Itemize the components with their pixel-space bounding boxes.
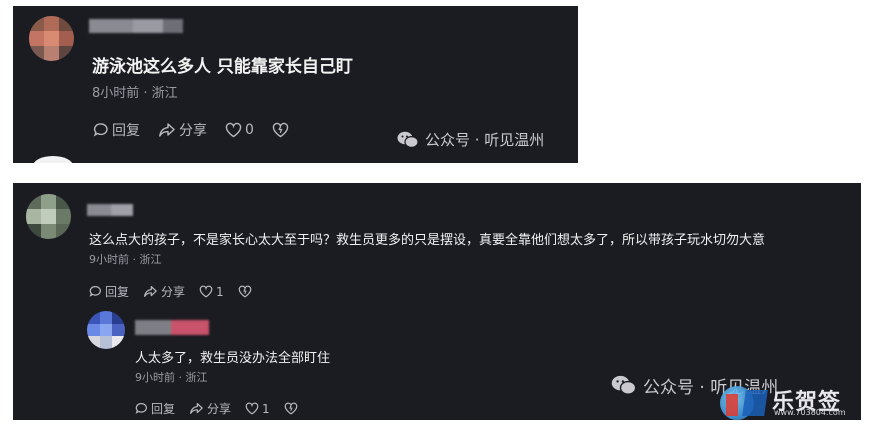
reply-button[interactable]: 回复 bbox=[135, 400, 175, 417]
like-button[interactable]: 1 bbox=[199, 285, 224, 299]
heart-icon bbox=[199, 285, 213, 298]
share-label: 分享 bbox=[207, 402, 232, 416]
reply-username-blurred[interactable] bbox=[135, 320, 209, 335]
comment-text: 游泳池这么多人 只能靠家长自己盯 bbox=[92, 57, 353, 77]
comment-actions: 回复 分享 0 bbox=[93, 120, 292, 140]
dislike-button[interactable] bbox=[238, 285, 255, 298]
reply-avatar[interactable] bbox=[87, 311, 125, 349]
logo-blue-mark bbox=[742, 390, 768, 416]
like-button[interactable]: 0 bbox=[225, 122, 254, 138]
dislike-heart-icon bbox=[238, 285, 251, 298]
username-blurred[interactable] bbox=[89, 19, 183, 33]
dislike-button[interactable] bbox=[284, 402, 301, 415]
reply-label: 回复 bbox=[112, 123, 140, 139]
share-icon bbox=[144, 286, 157, 297]
share-label: 分享 bbox=[161, 285, 186, 299]
comment-text: 这么点大的孩子，不是家长心太大至于吗？救生员更多的只是摆设，真要全靠他们想太多了… bbox=[89, 233, 766, 248]
reply-button[interactable]: 回复 bbox=[89, 283, 129, 300]
avatar[interactable] bbox=[29, 16, 74, 61]
share-label: 分享 bbox=[179, 123, 207, 139]
avatar[interactable] bbox=[26, 194, 71, 239]
reply-meta: 9小时前 · 浙江 bbox=[135, 371, 208, 384]
reply-label: 回复 bbox=[105, 285, 130, 299]
share-button[interactable]: 分享 bbox=[143, 283, 185, 300]
site-logo: 乐贺签 www.703804.com bbox=[716, 384, 864, 420]
next-avatar-partial bbox=[33, 156, 73, 163]
wechat-icon bbox=[397, 131, 419, 148]
username-blurred[interactable] bbox=[87, 204, 133, 216]
share-button[interactable]: 分享 bbox=[158, 120, 207, 140]
reply-actions: 回复 分享 1 bbox=[135, 400, 301, 417]
dislike-heart-icon bbox=[284, 402, 297, 415]
logo-red-mark bbox=[726, 394, 738, 416]
dislike-heart-icon bbox=[272, 122, 289, 138]
like-button[interactable]: 1 bbox=[245, 402, 270, 416]
watermark: 公众号 · 听见温州 bbox=[397, 129, 544, 150]
logo-url: www.703804.com bbox=[774, 408, 846, 417]
share-icon bbox=[159, 123, 175, 137]
comment-meta: 8小时前 · 浙江 bbox=[92, 86, 178, 101]
reply-button[interactable]: 回复 bbox=[93, 120, 140, 140]
share-button[interactable]: 分享 bbox=[189, 400, 231, 417]
wechat-icon bbox=[611, 375, 637, 395]
like-count: 0 bbox=[245, 122, 254, 138]
reply-text: 人太多了，救生员没办法全部盯住 bbox=[135, 351, 331, 366]
comment-icon bbox=[89, 286, 101, 297]
comment-icon bbox=[135, 403, 147, 414]
like-count: 1 bbox=[216, 284, 224, 299]
dislike-button[interactable] bbox=[272, 122, 292, 138]
comment-meta: 9小时前 · 浙江 bbox=[89, 253, 162, 266]
heart-icon bbox=[225, 122, 242, 138]
comment-actions: 回复 分享 1 bbox=[89, 283, 255, 300]
like-count: 1 bbox=[262, 401, 270, 416]
comment-panel-1: 游泳池这么多人 只能靠家长自己盯 8小时前 · 浙江 回复 分享 0 公众号 ·… bbox=[13, 6, 578, 163]
watermark-text: 公众号 · 听见温州 bbox=[425, 131, 545, 149]
comment-icon bbox=[93, 123, 108, 137]
heart-icon bbox=[245, 402, 259, 415]
reply-label: 回复 bbox=[151, 402, 176, 416]
share-icon bbox=[190, 403, 203, 414]
